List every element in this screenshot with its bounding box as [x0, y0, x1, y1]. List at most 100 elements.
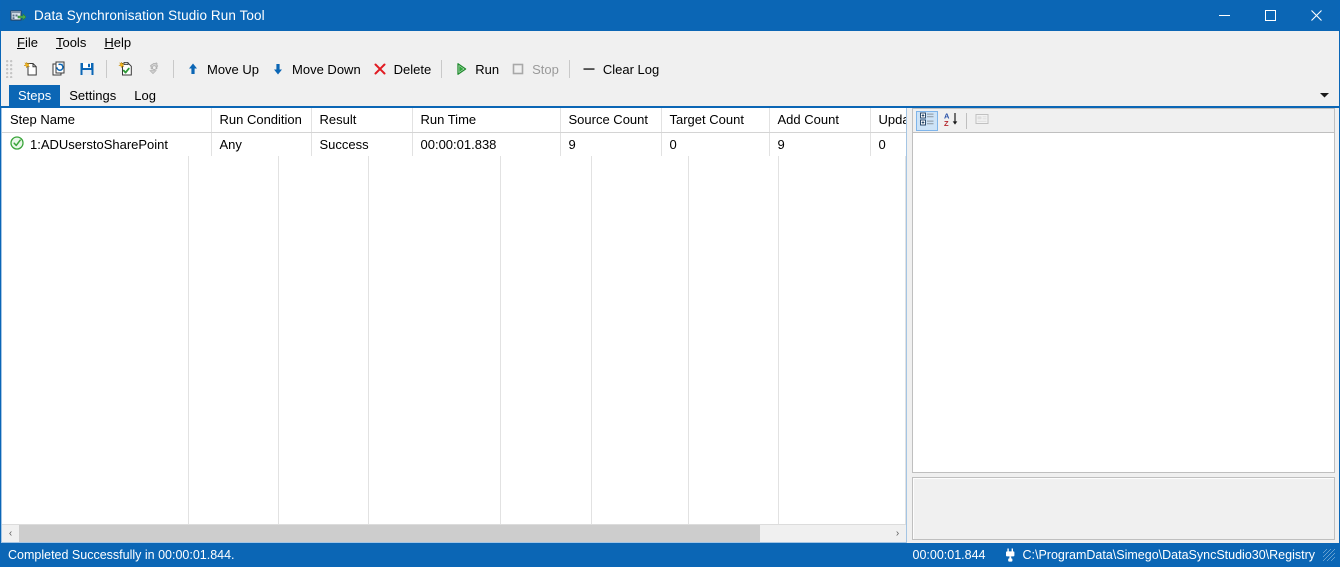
menu-tools-rest: ools [62, 35, 87, 50]
move-down-label: Move Down [292, 61, 361, 77]
cell-step-name[interactable]: 1:ADUserstoSharePoint [2, 132, 212, 156]
grid-empty-area [2, 156, 906, 524]
stop-button: Stop [504, 57, 564, 81]
registry-path: C:\ProgramData\Simego\DataSyncStudio30\R… [1022, 547, 1316, 562]
gear-icon [145, 60, 163, 78]
property-description-pane [912, 477, 1335, 540]
run-label: Run [475, 61, 500, 77]
add-step-button[interactable] [112, 57, 140, 81]
toolbar-separator-4 [568, 60, 570, 78]
column-header-run-time[interactable]: Run Time [412, 108, 561, 133]
categorized-icon [919, 111, 935, 130]
run-button[interactable]: Run [447, 57, 504, 81]
scroll-left-arrow-icon[interactable]: ‹ [2, 525, 19, 542]
cell-source-count[interactable]: 9 [560, 132, 662, 156]
dash-icon [580, 60, 598, 78]
title-bar: Data Synchronisation Studio Run Tool [1, 0, 1339, 31]
delete-button[interactable]: Delete [366, 57, 437, 81]
move-up-button[interactable]: Move Up [179, 57, 264, 81]
grid-horizontal-scrollbar[interactable]: ‹ › [2, 524, 906, 542]
property-pages-icon [974, 111, 990, 130]
main-content: Step Name Run Condition Result Run Time … [1, 108, 1339, 543]
toolbar-grip[interactable] [6, 60, 14, 78]
move-up-label: Move Up [207, 61, 260, 77]
property-panel: A Z [912, 108, 1339, 543]
scroll-right-arrow-icon[interactable]: › [889, 525, 906, 542]
open-copy-icon [50, 60, 68, 78]
steps-grid-scroll: Step Name Run Condition Result Run Time … [2, 108, 906, 524]
stop-label: Stop [532, 61, 559, 77]
steps-grid-panel: Step Name Run Condition Result Run Time … [1, 108, 907, 543]
chevron-down-icon[interactable] [1317, 88, 1331, 102]
toolbar-separator-3 [441, 60, 443, 78]
status-message: Completed Successfully in 00:00:01.844. [8, 547, 235, 562]
menu-item-file[interactable]: File [8, 32, 47, 54]
menu-help-rest: elp [113, 35, 132, 50]
menu-item-tools[interactable]: Tools [47, 32, 95, 54]
save-floppy-icon [78, 60, 96, 78]
clear-log-button[interactable]: Clear Log [575, 57, 664, 81]
delete-label: Delete [393, 61, 432, 77]
step-name-text: 1:ADUserstoSharePoint [30, 136, 169, 152]
property-panel-toolbar: A Z [912, 108, 1335, 132]
tab-settings-label: Settings [69, 88, 117, 103]
move-down-button[interactable]: Move Down [264, 57, 366, 81]
plug-icon [1004, 548, 1017, 562]
tab-steps[interactable]: Steps [9, 85, 61, 106]
property-pages-button [971, 111, 993, 131]
scrollbar-thumb[interactable] [19, 525, 761, 542]
column-header-result[interactable]: Result [311, 108, 413, 133]
cell-add-count[interactable]: 9 [769, 132, 871, 156]
column-header-step-name[interactable]: Step Name [2, 108, 212, 133]
open-button[interactable] [45, 57, 73, 81]
maximize-button[interactable] [1247, 0, 1293, 31]
window-title: Data Synchronisation Studio Run Tool [34, 8, 265, 23]
window-controls [1201, 0, 1339, 31]
scrollbar-track[interactable] [19, 525, 889, 542]
cell-run-time[interactable]: 00:00:01.838 [412, 132, 561, 156]
close-button[interactable] [1293, 0, 1339, 31]
alphabetical-sort-button[interactable]: A Z [940, 111, 962, 131]
minimize-button[interactable] [1201, 0, 1247, 31]
cell-target-count[interactable]: 0 [661, 132, 770, 156]
toolbar-separator-1 [106, 60, 107, 78]
menu-item-help[interactable]: Help [95, 32, 140, 54]
table-row[interactable]: 1:ADUserstoSharePoint Any Success 00:00:… [2, 132, 906, 156]
sort-az-icon: A Z [943, 111, 959, 130]
status-elapsed-time: 00:00:01.844 [912, 547, 986, 562]
new-document-icon [22, 60, 40, 78]
menu-file-mnemonic: F [17, 35, 25, 50]
close-x-icon [371, 60, 389, 78]
cell-run-condition[interactable]: Any [211, 132, 312, 156]
app-window: Data Synchronisation Studio Run Tool Fil… [0, 0, 1340, 567]
column-header-add-count[interactable]: Add Count [769, 108, 871, 133]
property-grid[interactable] [912, 132, 1335, 473]
save-button[interactable] [73, 57, 101, 81]
menu-help-mnemonic: H [104, 35, 114, 50]
stop-square-icon [509, 60, 527, 78]
cell-result[interactable]: Success [311, 132, 413, 156]
grid-header-row: Step Name Run Condition Result Run Time … [2, 108, 906, 133]
cell-update-count[interactable]: 0 [870, 132, 906, 156]
tab-log[interactable]: Log [125, 85, 165, 106]
column-header-target-count[interactable]: Target Count [661, 108, 770, 133]
menu-bar: File Tools Help [1, 31, 1339, 55]
menu-file-rest: ile [24, 35, 38, 50]
play-icon [452, 60, 470, 78]
clear-log-label: Clear Log [602, 61, 660, 77]
arrow-down-icon [269, 60, 287, 78]
column-header-source-count[interactable]: Source Count [560, 108, 662, 133]
tab-settings[interactable]: Settings [60, 85, 125, 106]
tab-strip: Steps Settings Log [1, 83, 1339, 108]
add-step-icon [117, 60, 135, 78]
new-button[interactable] [17, 57, 45, 81]
toolbar: Move Up Move Down Delete Run Stop Clear … [1, 55, 1339, 83]
column-header-update-count[interactable]: Update [870, 108, 906, 133]
settings-button [140, 57, 168, 81]
svg-text:Z: Z [944, 119, 949, 127]
status-right-group: 00:00:01.844 C:\ProgramData\Simego\DataS… [913, 548, 1340, 562]
column-header-run-condition[interactable]: Run Condition [211, 108, 312, 133]
resize-grip[interactable] [1323, 548, 1335, 561]
categorized-view-button[interactable] [916, 110, 938, 131]
app-window-icon [10, 8, 27, 24]
